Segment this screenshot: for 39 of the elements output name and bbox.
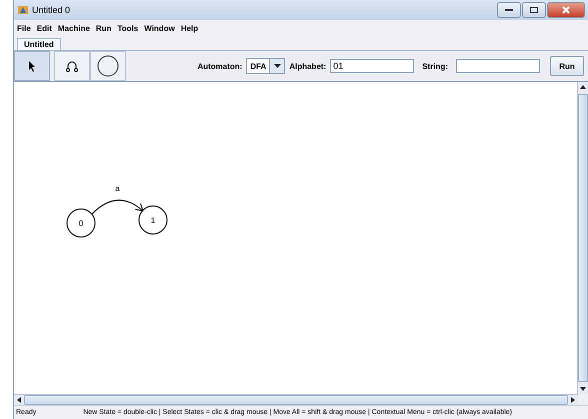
menu-item[interactable]: Tools	[114, 24, 142, 32]
alphabet-field[interactable]: 01	[330, 59, 414, 73]
vertical-scrollbar[interactable]	[577, 82, 588, 394]
menu-item[interactable]: Help	[178, 24, 202, 32]
close-icon	[562, 6, 570, 14]
maximize-button[interactable]	[522, 2, 546, 18]
scroll-left-icon[interactable]	[17, 397, 21, 403]
automaton-label: Automaton:	[197, 62, 242, 70]
menu-item[interactable]: Run	[92, 24, 114, 32]
app-icon	[18, 5, 28, 15]
transition-tool-button[interactable]	[54, 51, 90, 81]
transition-label: a	[115, 184, 120, 193]
alphabet-label: Alphabet:	[289, 62, 326, 70]
menu-item[interactable]: File	[14, 24, 34, 32]
state-node: 0	[66, 208, 96, 238]
maximize-icon	[530, 7, 538, 13]
close-button[interactable]	[547, 2, 585, 18]
automaton-dropdown[interactable]: DFA	[246, 58, 286, 74]
caret-down-icon	[274, 64, 281, 68]
select-tool-button[interactable]	[14, 51, 50, 81]
window-title: Untitled 0	[32, 5, 70, 15]
string-field[interactable]	[456, 59, 540, 73]
menu-item[interactable]: Window	[141, 24, 178, 32]
minimize-icon	[505, 8, 513, 12]
state-tool-button[interactable]	[90, 51, 126, 81]
scroll-up-icon[interactable]	[580, 85, 586, 89]
pointer-icon	[28, 60, 36, 72]
menu-item[interactable]: Edit	[34, 24, 55, 32]
string-label: String:	[422, 62, 448, 70]
minimize-button[interactable]	[497, 2, 521, 18]
horizontal-scrollbar[interactable]	[14, 394, 578, 405]
circle-icon	[97, 55, 119, 77]
state-node: 1	[138, 206, 168, 234]
run-button[interactable]: Run	[550, 56, 584, 76]
scroll-down-icon[interactable]	[580, 387, 586, 391]
transition-arrow	[92, 200, 144, 214]
tab[interactable]: Untitled	[17, 38, 61, 50]
menu-item[interactable]: Machine	[54, 24, 93, 32]
scroll-right-icon[interactable]	[571, 397, 575, 403]
